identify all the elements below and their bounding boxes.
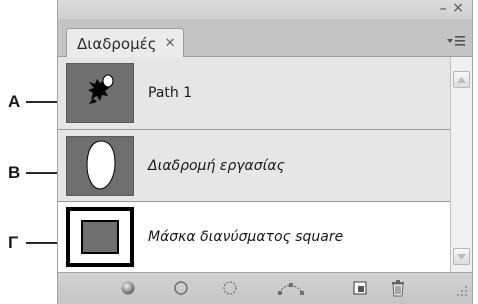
scrollbar[interactable] bbox=[450, 57, 472, 272]
tab-label: Διαδρομές bbox=[77, 34, 157, 53]
callout-letter: Γ bbox=[8, 233, 19, 252]
trash-icon[interactable] bbox=[388, 279, 408, 297]
square-shape bbox=[81, 220, 119, 254]
new-path-icon[interactable] bbox=[350, 279, 370, 297]
path-name: Path 1 bbox=[148, 85, 193, 101]
shape-thumbnail bbox=[66, 63, 134, 123]
callout-letter: B bbox=[8, 163, 21, 182]
list-item[interactable]: Μάσκα διανύσματος square bbox=[58, 202, 450, 272]
path-name: Μάσκα διανύσματος square bbox=[148, 229, 344, 245]
panel-footer-toolbar bbox=[58, 272, 472, 304]
resize-grip-icon[interactable] bbox=[456, 282, 468, 301]
tab-paths[interactable]: Διαδρομές ✕ bbox=[66, 28, 185, 58]
panel-titlebar: – × bbox=[58, 0, 472, 19]
callout-letter: A bbox=[8, 92, 21, 111]
panel-menu-icon[interactable] bbox=[444, 33, 468, 49]
close-panel-button[interactable]: × bbox=[452, 0, 464, 16]
close-icon[interactable]: ✕ bbox=[165, 36, 176, 51]
paths-panel: – × Διαδρομές ✕ Path 1 Διαδρομή εργασίας… bbox=[57, 0, 473, 304]
ellipse-thumbnail bbox=[66, 135, 134, 196]
list-item[interactable]: Διαδρομή εργασίας bbox=[58, 130, 450, 202]
list-item[interactable]: Path 1 bbox=[58, 57, 450, 130]
minimize-button[interactable]: – bbox=[440, 0, 448, 16]
paths-list: Path 1 Διαδρομή εργασίας Μάσκα διανύσματ… bbox=[58, 57, 450, 272]
scroll-down-button[interactable] bbox=[453, 248, 470, 265]
scroll-up-button[interactable] bbox=[453, 71, 470, 88]
path-name: Διαδρομή εργασίας bbox=[148, 157, 285, 174]
make-work-path-icon[interactable] bbox=[276, 279, 306, 297]
tab-bar: Διαδρομές ✕ bbox=[58, 19, 472, 58]
square-mask-thumbnail bbox=[66, 207, 134, 267]
stroke-path-icon[interactable] bbox=[171, 279, 191, 297]
load-selection-icon[interactable] bbox=[220, 279, 240, 297]
fill-path-icon[interactable] bbox=[118, 279, 138, 297]
